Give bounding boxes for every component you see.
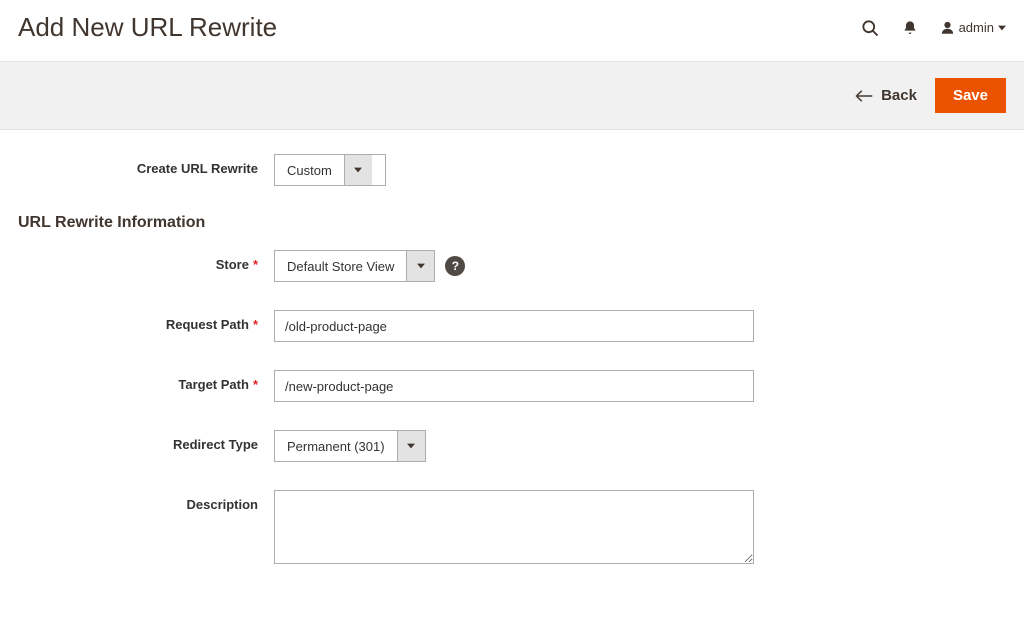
label-request-path: Request Path *	[18, 310, 274, 332]
row-description: Description	[18, 490, 1006, 564]
back-button[interactable]: Back	[855, 87, 917, 104]
action-bar: Back Save	[0, 62, 1024, 130]
form-area: Create URL Rewrite Custom URL Rewrite In…	[0, 130, 1024, 622]
chevron-down-icon	[998, 24, 1006, 32]
label-target-path-text: Target Path	[178, 377, 249, 392]
row-request-path: Request Path *	[18, 310, 1006, 342]
row-target-path: Target Path *	[18, 370, 1006, 402]
label-redirect-type: Redirect Type	[18, 430, 274, 452]
header-actions: admin	[860, 18, 1006, 38]
select-redirect-type[interactable]: Permanent (301)	[274, 430, 426, 462]
save-button[interactable]: Save	[935, 78, 1006, 113]
select-create-url-rewrite-value: Custom	[275, 155, 344, 185]
help-icon[interactable]: ?	[445, 256, 465, 276]
label-store-text: Store	[216, 257, 249, 272]
chevron-down-icon	[344, 155, 372, 185]
admin-user-menu[interactable]: admin	[940, 20, 1006, 35]
textarea-description[interactable]	[274, 490, 754, 564]
row-create-url-rewrite: Create URL Rewrite Custom	[18, 154, 1006, 186]
notifications-icon[interactable]	[902, 19, 918, 37]
search-icon[interactable]	[860, 18, 880, 38]
input-target-path[interactable]	[274, 370, 754, 402]
select-redirect-type-value: Permanent (301)	[275, 431, 397, 461]
required-mark: *	[253, 257, 258, 272]
row-store: Store * Default Store View ?	[18, 250, 1006, 282]
select-store-value: Default Store View	[275, 251, 406, 281]
user-icon	[940, 20, 955, 35]
page-header: Add New URL Rewrite admin	[0, 0, 1024, 62]
chevron-down-icon	[406, 251, 434, 281]
label-target-path: Target Path *	[18, 370, 274, 392]
required-mark: *	[253, 377, 258, 392]
label-description: Description	[18, 490, 274, 512]
label-store: Store *	[18, 250, 274, 272]
select-create-url-rewrite[interactable]: Custom	[274, 154, 386, 186]
select-store[interactable]: Default Store View	[274, 250, 435, 282]
chevron-down-icon	[397, 431, 425, 461]
arrow-left-icon	[855, 89, 873, 103]
back-button-label: Back	[881, 87, 917, 104]
input-request-path[interactable]	[274, 310, 754, 342]
label-request-path-text: Request Path	[166, 317, 249, 332]
page-title: Add New URL Rewrite	[18, 12, 277, 43]
row-redirect-type: Redirect Type Permanent (301)	[18, 430, 1006, 462]
section-title: URL Rewrite Information	[18, 214, 1006, 232]
label-create-url-rewrite: Create URL Rewrite	[18, 154, 274, 176]
required-mark: *	[253, 317, 258, 332]
admin-user-label: admin	[959, 20, 994, 35]
